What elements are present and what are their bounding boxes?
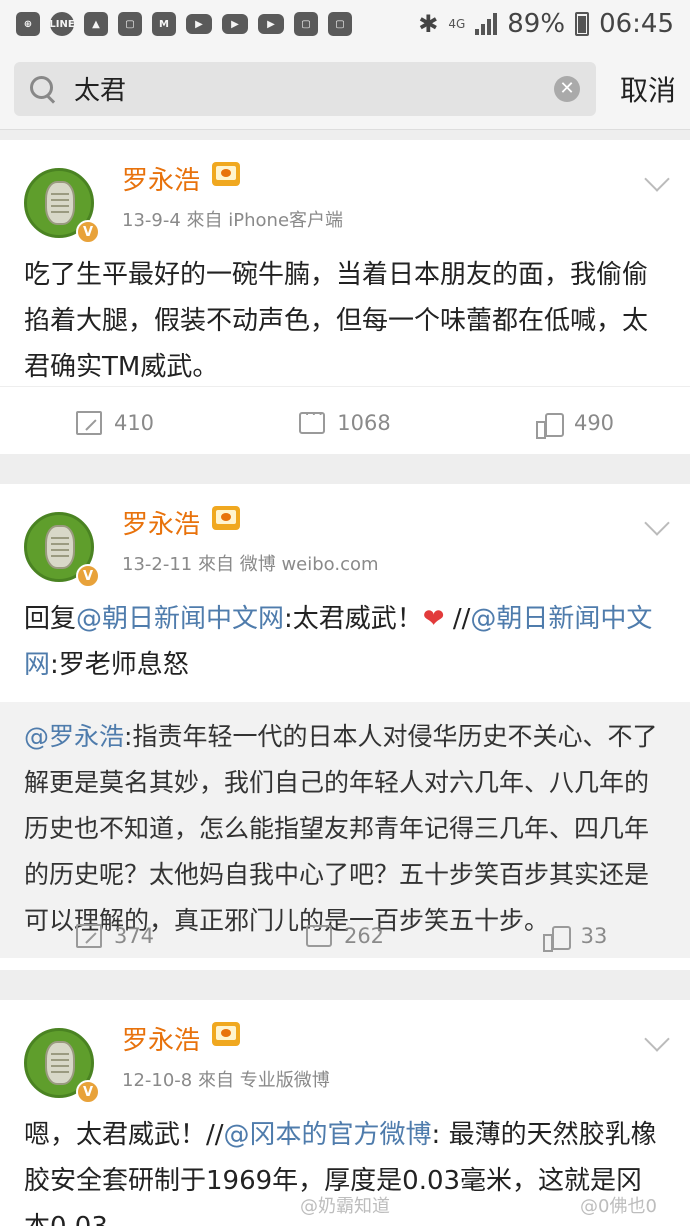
youtube-icon: ▶	[186, 14, 212, 34]
status-bar: ⊕ LINE ▲ ▢ M ▶ ▶ ▶ ▢ ▢ ✱ 4G 89% 06:45	[0, 0, 690, 48]
line-icon: LINE	[49, 12, 75, 36]
comment-icon	[299, 404, 326, 434]
crown-icon	[212, 1022, 240, 1046]
game-icon: ⊕	[16, 12, 40, 36]
battery-icon	[575, 12, 590, 36]
heart-icon: ❤	[422, 604, 445, 634]
notification-icons: ⊕ LINE ▲ ▢ M ▶ ▶ ▶ ▢ ▢	[16, 12, 352, 36]
post-meta: 13-9-4 來自 iPhone客户端	[122, 210, 344, 231]
clock: 06:45	[599, 9, 674, 39]
post-text: 吃了生平最好的一碗牛腩，当着日本朋友的面，我偷偷掐着大腿，假装不动声色，但每一个…	[24, 260, 649, 382]
post-meta: 13-2-11 來自 微博 weibo.com	[122, 554, 379, 575]
chevron-down-icon[interactable]	[644, 166, 670, 192]
post[interactable]: V 罗永浩 13-9-4 來自 iPhone客户端 吃了生平最好的一碗牛腩，当着…	[0, 140, 690, 454]
watermark: @奶霸知道	[300, 1196, 390, 1217]
youtube-icon: ▶	[258, 14, 284, 34]
crown-icon	[212, 162, 240, 186]
signal-icon	[475, 13, 498, 35]
mention-link[interactable]: @罗永浩	[24, 722, 124, 751]
author-name[interactable]: 罗永浩	[122, 504, 200, 541]
post[interactable]: V 罗永浩 13-2-11 來自 微博 weibo.com 回复@朝日新闻中文网…	[0, 484, 690, 970]
verified-icon: V	[76, 564, 100, 588]
youtube-icon: ▶	[222, 14, 248, 34]
search-bar: ✕ 取消	[0, 48, 690, 130]
mention-link[interactable]: @朝日新闻中文网	[76, 604, 284, 634]
post-header: V 罗永浩 13-2-11 來自 微博 weibo.com	[0, 484, 690, 588]
comment-icon	[305, 917, 332, 947]
share-icon	[75, 924, 102, 948]
thumbs-up-icon	[542, 924, 571, 952]
bluetooth-icon: ✱	[418, 10, 439, 38]
author-name[interactable]: 罗永浩	[122, 160, 200, 197]
share-icon	[75, 410, 102, 435]
author-name[interactable]: 罗永浩	[122, 1020, 200, 1057]
action-bar: 374 262 33	[0, 900, 690, 972]
post-header: V 罗永浩 13-9-4 來自 iPhone客户端	[0, 140, 690, 244]
action-bar: 410 1068 490	[0, 386, 690, 458]
chevron-down-icon[interactable]	[644, 1026, 670, 1052]
network-type: 4G	[448, 16, 466, 31]
repost-button[interactable]: 374	[0, 924, 230, 948]
mention-link[interactable]: @冈本的官方微博	[224, 1120, 432, 1150]
search-box[interactable]: ✕	[14, 61, 596, 116]
verified-icon: V	[76, 1080, 100, 1104]
like-button[interactable]: 33	[460, 924, 690, 952]
search-input[interactable]	[74, 73, 554, 104]
comment-button[interactable]: 262	[230, 917, 460, 948]
system-status: ✱ 4G 89% 06:45	[418, 9, 674, 39]
post-header: V 罗永浩 12-10-8 來自 专业版微博	[0, 1000, 690, 1104]
mail-icon: M	[152, 12, 176, 36]
cancel-button[interactable]: 取消	[620, 69, 676, 109]
app-icon: ▢	[294, 12, 318, 36]
post-meta: 12-10-8 來自 专业版微博	[122, 1070, 330, 1091]
crown-icon	[212, 506, 240, 530]
verified-icon: V	[76, 220, 100, 244]
watermark: @0佛也0	[580, 1196, 657, 1217]
clear-icon[interactable]: ✕	[554, 75, 580, 102]
app-icon: ▢	[118, 12, 142, 36]
gallery-icon: ▲	[84, 12, 108, 36]
chevron-down-icon[interactable]	[644, 510, 670, 536]
comment-button[interactable]: 1068	[230, 404, 460, 435]
repost-button[interactable]: 410	[0, 410, 230, 435]
thumbs-up-icon	[535, 411, 564, 439]
search-icon	[30, 75, 56, 102]
like-button[interactable]: 490	[460, 411, 690, 439]
app-icon: ▢	[328, 12, 352, 36]
post-text: 回复@朝日新闻中文网:太君威武！❤ //@朝日新闻中文网:罗老师息怒	[24, 604, 653, 680]
battery-level: 89%	[507, 9, 566, 39]
